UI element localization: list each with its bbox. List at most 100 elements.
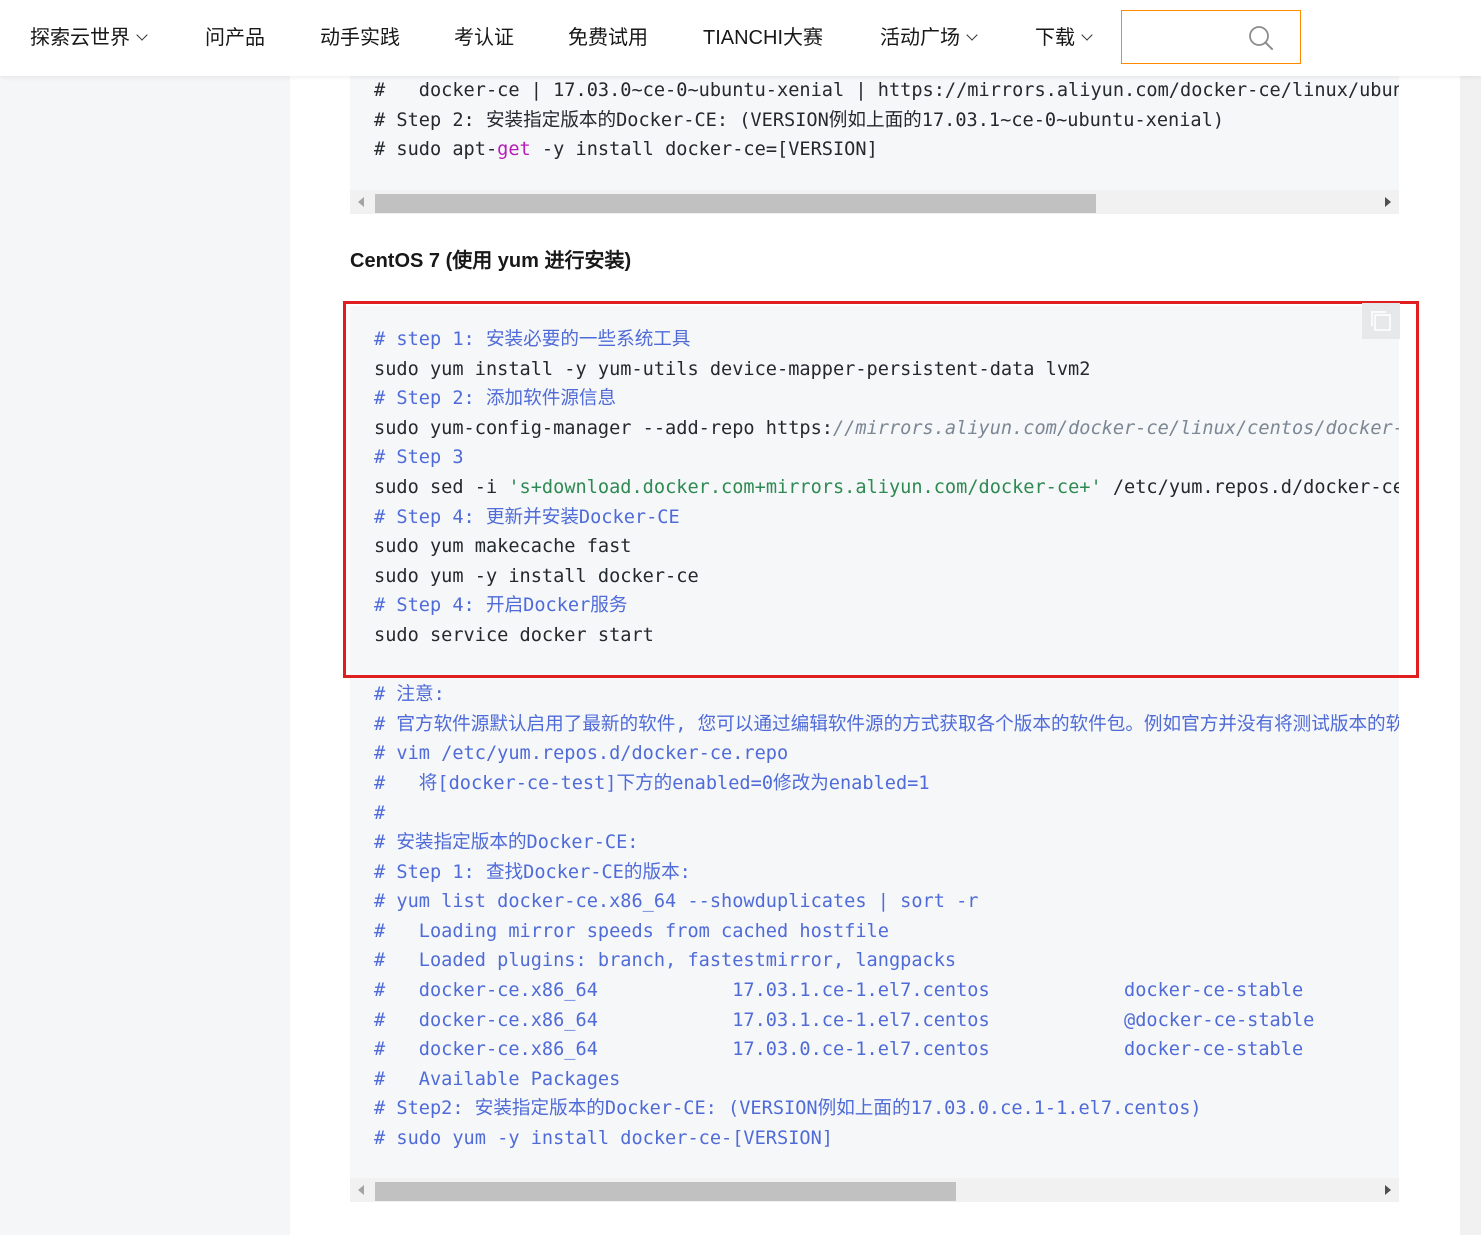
code-line: # Step 3 bbox=[374, 443, 1399, 473]
scroll-left-arrow-icon[interactable] bbox=[358, 1185, 364, 1195]
nav-item-label: 免费试用 bbox=[568, 27, 648, 49]
code-token: # 安装指定版本的Docker-CE: bbox=[374, 832, 639, 854]
nav-item-label: 考认证 bbox=[454, 27, 514, 49]
code-line: sudo yum-config-manager --add-repo https… bbox=[374, 414, 1399, 444]
nav-item-free-trial[interactable]: 免费试用 bbox=[568, 24, 648, 52]
code-block-centos: # step 1: 安装必要的一些系统工具 sudo yum install -y… bbox=[350, 306, 1399, 1202]
code-line: # Loading mirror speeds from cached host… bbox=[374, 917, 1399, 947]
code-token: # Step 4: 更新并安装Docker-CE bbox=[374, 506, 680, 528]
code-token: sudo yum-config-manager --add-repo https… bbox=[374, 417, 833, 439]
scroll-left-arrow-icon[interactable] bbox=[358, 197, 364, 207]
nav-item-hands-on[interactable]: 动手实践 bbox=[320, 24, 400, 52]
code-line: sudo yum -y install docker-ce bbox=[374, 562, 1399, 592]
code-line: # Loaded plugins: branch, fastestmirror,… bbox=[374, 946, 1399, 976]
code-token: # sudo apt- bbox=[374, 139, 498, 161]
nav-item-tianchi[interactable]: TIANCHI大赛 bbox=[703, 24, 823, 52]
code-token: # Step 4: 开启Docker服务 bbox=[374, 595, 628, 617]
chevron-down-icon bbox=[966, 29, 978, 41]
code-line: # Step 2: 安装指定版本的Docker-CE: (VERSION例如上面… bbox=[374, 106, 1399, 136]
nav-item-label: 动手实践 bbox=[320, 27, 400, 49]
code-line: # step 1: 安装必要的一些系统工具 bbox=[374, 325, 1399, 355]
code-line: # yum list docker-ce.x86_64 --showduplic… bbox=[374, 887, 1399, 917]
nav-item-certification[interactable]: 考认证 bbox=[454, 24, 514, 52]
code-line: # sudo yum -y install docker-ce-[VERSION… bbox=[374, 1124, 1399, 1154]
nav-item-label: 下载 bbox=[1035, 27, 1075, 49]
horizontal-scrollbar[interactable] bbox=[350, 190, 1399, 214]
code-line: # 官方软件源默认启用了最新的软件, 您可以通过编辑软件源的方式获取各个版本的软… bbox=[374, 710, 1399, 740]
code-line: # bbox=[374, 799, 1399, 829]
code-line: # Available Packages bbox=[374, 1065, 1399, 1095]
search-icon[interactable] bbox=[1248, 25, 1274, 51]
code-token: -y install docker-ce=[VERSION] bbox=[530, 139, 878, 161]
code-token: # Step 1: 查找Docker-CE的版本: bbox=[374, 861, 691, 883]
code-line: # Step 1: 查找Docker-CE的版本: bbox=[374, 858, 1399, 888]
code-token: get bbox=[497, 139, 531, 161]
code-token: # Step2: 安装指定版本的Docker-CE: (VERSION例如上面的… bbox=[374, 1098, 1202, 1120]
code-token: # 注意: bbox=[374, 684, 445, 706]
code-body: # docker-ce | 17.03.0~ce-0~ubuntu-xenial… bbox=[350, 76, 1399, 165]
nav-item-explore[interactable]: 探索云世界 bbox=[30, 24, 148, 52]
scrollbar-thumb[interactable] bbox=[375, 194, 1096, 213]
top-nav-bar: 探索云世界 问产品 动手实践 考认证 免费试用 TIANCHI大赛 活动广场 下… bbox=[0, 0, 1481, 76]
code-line: # docker-ce.x86_64 17.03.1.ce-1.el7.cent… bbox=[374, 1006, 1399, 1036]
code-token: /etc/yum.repos.d/docker-ce.repo bbox=[1112, 476, 1399, 498]
scroll-right-arrow-icon[interactable] bbox=[1385, 1185, 1391, 1195]
nav-item-label: 活动广场 bbox=[880, 27, 960, 49]
horizontal-scrollbar[interactable] bbox=[350, 1178, 1399, 1202]
code-token: # Step 2: 添加软件源信息 bbox=[374, 388, 617, 410]
search-box[interactable] bbox=[1121, 10, 1301, 64]
code-line: sudo sed -i 's+download.docker.com+mirro… bbox=[374, 473, 1399, 503]
section-heading-centos: CentOS 7 (使用 yum 进行安装) bbox=[350, 250, 632, 272]
code-line: # Step2: 安装指定版本的Docker-CE: (VERSION例如上面的… bbox=[374, 1094, 1399, 1124]
page-vertical-scrollbar[interactable] bbox=[1460, 76, 1481, 1235]
code-token: # vim /etc/yum.repos.d/docker-ce.repo bbox=[374, 743, 789, 765]
code-token: # Loading mirror speeds from cached host… bbox=[374, 920, 889, 942]
code-token: sudo yum install -y yum-utils device-map… bbox=[374, 358, 1091, 380]
search-input[interactable] bbox=[1130, 19, 1240, 55]
nav-item-download[interactable]: 下载 bbox=[1035, 24, 1093, 52]
code-line: sudo service docker start bbox=[374, 621, 1399, 651]
code-token: # step 1: 安装必要的一些系统工具 bbox=[374, 329, 691, 350]
code-token: 's+download.docker.com+mirrors.aliyun.co… bbox=[508, 476, 1102, 498]
code-token: # Available Packages bbox=[374, 1068, 621, 1090]
code-line: # docker-ce.x86_64 17.03.1.ce-1.el7.cent… bbox=[374, 976, 1399, 1006]
code-block-ubuntu: # docker-ce | 17.03.0~ce-0~ubuntu-xenial… bbox=[350, 76, 1399, 214]
code-token: # docker-ce.x86_64 17.03.0.ce-1.el7.cent… bbox=[374, 1039, 1304, 1061]
article-content: # docker-ce | 17.03.0~ce-0~ubuntu-xenial… bbox=[290, 76, 1460, 1235]
code-token: # docker-ce.x86_64 17.03.1.ce-1.el7.cent… bbox=[374, 980, 1304, 1002]
chevron-down-icon bbox=[136, 29, 148, 41]
scroll-right-arrow-icon[interactable] bbox=[1385, 197, 1391, 207]
code-line: # 注意: bbox=[374, 680, 1399, 710]
code-token: sudo yum -y install docker-ce bbox=[374, 565, 699, 587]
code-line: # 将[docker-ce-test]下方的enabled=0修改为enable… bbox=[374, 769, 1399, 799]
code-token: # sudo yum -y install docker-ce-[VERSION… bbox=[374, 1128, 833, 1150]
scrollbar-thumb[interactable] bbox=[375, 1182, 956, 1201]
code-token: # Step 3 bbox=[374, 447, 464, 469]
copy-code-button[interactable] bbox=[1362, 303, 1400, 339]
code-token: # Loaded plugins: branch, fastestmirror,… bbox=[374, 950, 957, 972]
code-line: # docker-ce | 17.03.0~ce-0~ubuntu-xenial… bbox=[374, 76, 1399, 106]
code-token: # docker-ce | 17.03.0~ce-0~ubuntu-xenial… bbox=[374, 80, 1399, 101]
nav-item-products[interactable]: 问产品 bbox=[205, 24, 265, 52]
code-token: # yum list docker-ce.x86_64 --showduplic… bbox=[374, 891, 979, 913]
code-line: # Step 4: 开启Docker服务 bbox=[374, 591, 1399, 621]
code-body: # step 1: 安装必要的一些系统工具 sudo yum install -y… bbox=[350, 306, 1399, 1154]
code-line: # Step 4: 更新并安装Docker-CE bbox=[374, 503, 1399, 533]
code-line: # vim /etc/yum.repos.d/docker-ce.repo bbox=[374, 739, 1399, 769]
code-token: # docker-ce.x86_64 17.03.1.ce-1.el7.cent… bbox=[374, 1009, 1315, 1031]
nav-item-label: TIANCHI大赛 bbox=[703, 27, 823, 49]
code-token: # 将[docker-ce-test]下方的enabled=0修改为enable… bbox=[374, 772, 930, 794]
code-token: # Step 2: 安装指定版本的Docker-CE: (VERSION例如上面… bbox=[374, 109, 1225, 131]
code-token: sudo sed -i bbox=[374, 476, 509, 498]
copy-icon bbox=[1371, 311, 1391, 331]
code-token: # 官方软件源默认启用了最新的软件, 您可以通过编辑软件源的方式获取各个版本的软… bbox=[374, 713, 1399, 735]
nav-item-activities[interactable]: 活动广场 bbox=[880, 24, 978, 52]
code-token: sudo service docker start bbox=[374, 624, 654, 646]
code-token: sudo yum makecache fast bbox=[374, 536, 632, 558]
code-line: # 安装指定版本的Docker-CE: bbox=[374, 828, 1399, 858]
code-line: # docker-ce.x86_64 17.03.0.ce-1.el7.cent… bbox=[374, 1035, 1399, 1065]
code-token: //mirrors.aliyun.com/docker-ce/linux/cen… bbox=[832, 417, 1399, 439]
code-line: sudo yum install -y yum-utils device-map… bbox=[374, 355, 1399, 385]
code-line: sudo yum makecache fast bbox=[374, 532, 1399, 562]
